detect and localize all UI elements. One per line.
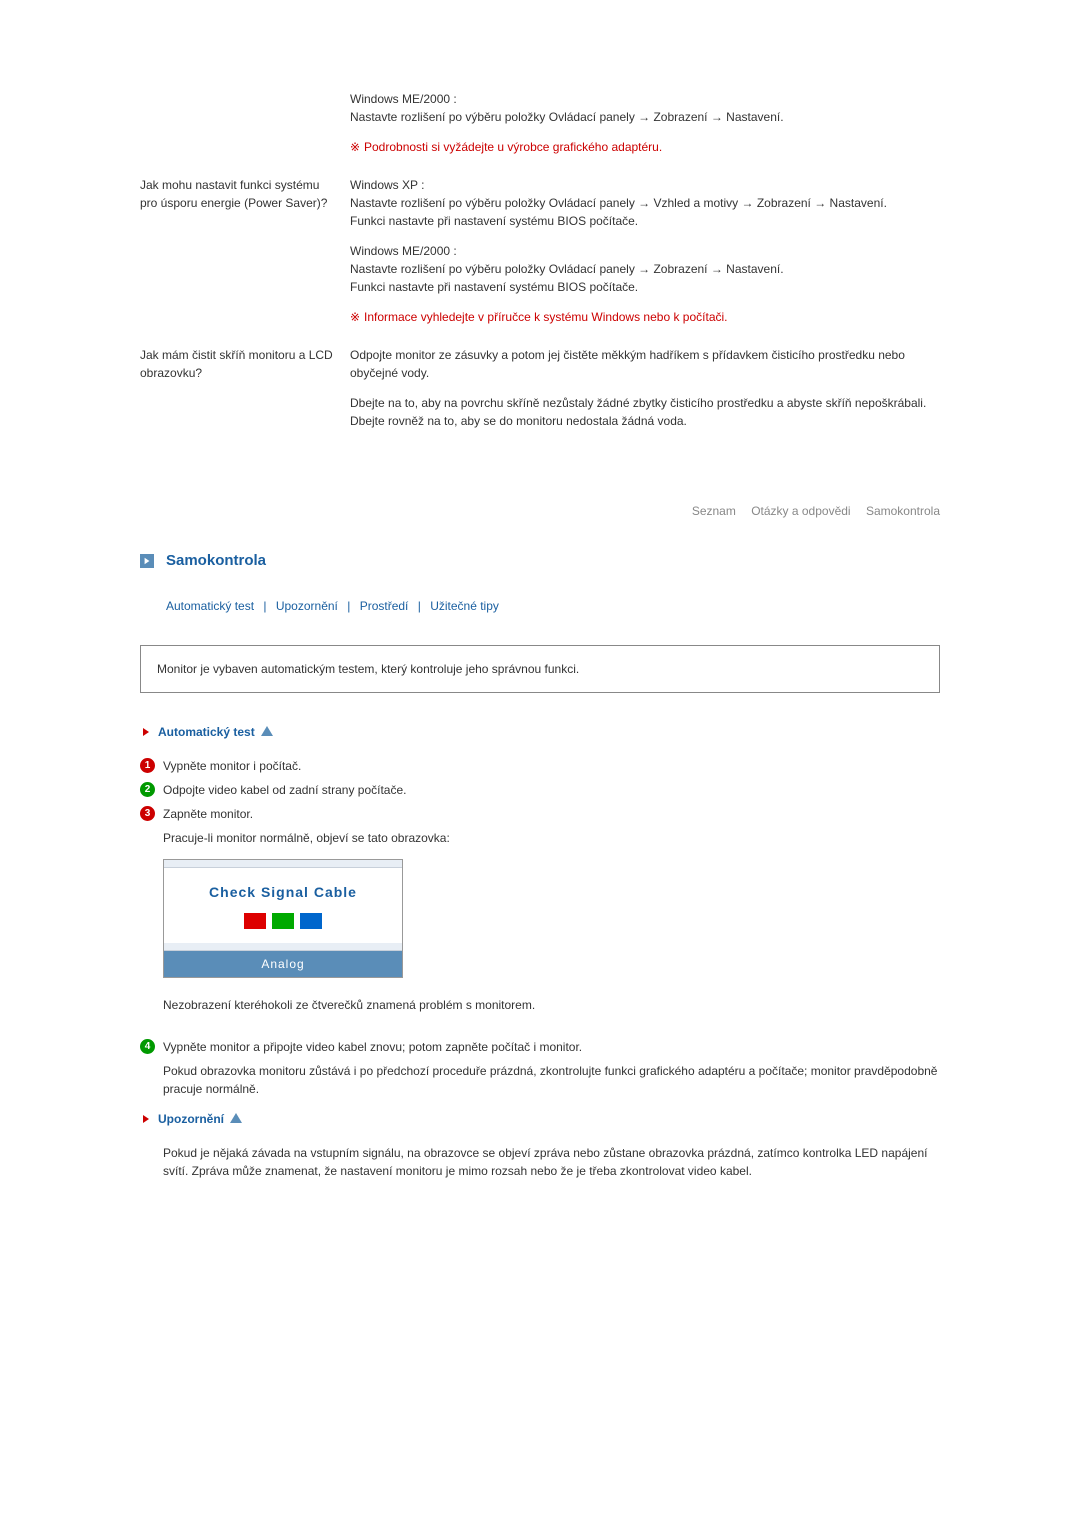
answer-text: Nastavte rozlišení po výběru položky Ovl… bbox=[350, 262, 784, 276]
qa-answer-cell: Windows ME/2000 : Nastavte rozlišení po … bbox=[350, 90, 940, 176]
answer-text: Nastavte rozlišení po výběru položky Ovl… bbox=[350, 196, 887, 210]
note-text: Informace vyhledejte v příručce k systém… bbox=[350, 308, 940, 326]
question-text: Jak mám čistit skříň monitoru a LCD obra… bbox=[140, 348, 333, 380]
answer-text: Windows ME/2000 : bbox=[350, 244, 457, 258]
separator: | bbox=[263, 599, 266, 613]
answer-text: Funkci nastavte při nastavení systému BI… bbox=[350, 214, 638, 228]
answer-text: Windows ME/2000 : bbox=[350, 92, 457, 106]
up-triangle-icon[interactable] bbox=[261, 723, 273, 741]
question-text: Jak mohu nastavit funkci systému pro úsp… bbox=[140, 178, 327, 210]
qa-question-cell bbox=[140, 90, 350, 176]
graphic-body: Check Signal Cable bbox=[164, 868, 402, 943]
caption-text: Nezobrazení kteréhokoli ze čtverečků zna… bbox=[163, 996, 940, 1014]
nav-link-seznam[interactable]: Seznam bbox=[692, 504, 736, 518]
answer-text: Windows XP : bbox=[350, 178, 424, 192]
step-text: Zapněte monitor. bbox=[163, 805, 253, 823]
signal-title: Check Signal Cable bbox=[174, 882, 392, 903]
section-header: Samokontrola bbox=[140, 550, 940, 573]
arrow-icon bbox=[140, 1113, 152, 1125]
step-text: Pracuje-li monitor normálně, objeví se t… bbox=[163, 829, 940, 847]
subsection-title: Upozornění bbox=[158, 1110, 224, 1128]
step-text: Vypněte monitor i počítač. bbox=[163, 757, 301, 775]
blue-square-icon bbox=[300, 913, 322, 929]
step-item: 2 Odpojte video kabel od zadní strany po… bbox=[140, 781, 940, 799]
tab-tips[interactable]: Užitečné tipy bbox=[430, 599, 499, 613]
qa-answer-cell: Windows XP : Nastavte rozlišení po výběr… bbox=[350, 176, 940, 346]
red-square-icon bbox=[244, 913, 266, 929]
step-item: 4 Vypněte monitor a připojte video kabel… bbox=[140, 1038, 940, 1056]
arrow-icon bbox=[140, 726, 152, 738]
answer-text: Dbejte na to, aby na povrchu skříně nezů… bbox=[350, 394, 940, 430]
note-text: Podrobnosti si vyžádejte u výrobce grafi… bbox=[350, 138, 940, 156]
step-item: 3 Zapněte monitor. bbox=[140, 805, 940, 823]
tab-environment[interactable]: Prostředí bbox=[360, 599, 409, 613]
graphic-top-bar bbox=[164, 860, 402, 868]
tab-warning[interactable]: Upozornění bbox=[276, 599, 338, 613]
graphic-divider bbox=[164, 943, 402, 951]
signal-cable-graphic: Check Signal Cable Analog bbox=[163, 859, 403, 978]
qa-question-cell: Jak mám čistit skříň monitoru a LCD obra… bbox=[140, 346, 350, 462]
subsection-title: Automatický test bbox=[158, 723, 255, 741]
separator: | bbox=[418, 599, 421, 613]
subsection-header: Upozornění bbox=[140, 1110, 940, 1128]
step-item: 1 Vypněte monitor i počítač. bbox=[140, 757, 940, 775]
subsection-header: Automatický test bbox=[140, 723, 940, 741]
separator: | bbox=[347, 599, 350, 613]
step-number-icon: 1 bbox=[140, 758, 155, 773]
signal-mode: Analog bbox=[164, 951, 402, 977]
answer-text: Nastavte rozlišení po výběru položky Ovl… bbox=[350, 110, 784, 124]
step-number-icon: 2 bbox=[140, 782, 155, 797]
step-text: Vypněte monitor a připojte video kabel z… bbox=[163, 1038, 582, 1056]
qa-answer-cell: Odpojte monitor ze zásuvky a potom jej č… bbox=[350, 346, 940, 462]
bottom-nav: Seznam Otázky a odpovědi Samokontrola bbox=[140, 502, 940, 520]
warning-text: Pokud je nějaká závada na vstupním signá… bbox=[163, 1144, 940, 1180]
section-title: Samokontrola bbox=[166, 550, 266, 573]
nav-link-samokontrola[interactable]: Samokontrola bbox=[866, 504, 940, 518]
step-number-icon: 3 bbox=[140, 806, 155, 821]
step-text: Pokud obrazovka monitoru zůstává i po př… bbox=[163, 1062, 940, 1098]
up-triangle-icon[interactable] bbox=[230, 1110, 242, 1128]
answer-text: Odpojte monitor ze zásuvky a potom jej č… bbox=[350, 346, 940, 382]
arrow-icon bbox=[140, 554, 154, 568]
tab-links: Automatický test | Upozornění | Prostřed… bbox=[166, 597, 940, 615]
step-number-icon: 4 bbox=[140, 1039, 155, 1054]
green-square-icon bbox=[272, 913, 294, 929]
step-text: Odpojte video kabel od zadní strany počí… bbox=[163, 781, 407, 799]
info-box: Monitor je vybaven automatickým testem, … bbox=[140, 645, 940, 693]
qa-question-cell: Jak mohu nastavit funkci systému pro úsp… bbox=[140, 176, 350, 346]
nav-link-otazky[interactable]: Otázky a odpovědi bbox=[751, 504, 850, 518]
color-squares bbox=[174, 913, 392, 929]
answer-text: Funkci nastavte při nastavení systému BI… bbox=[350, 280, 638, 294]
tab-auto-test[interactable]: Automatický test bbox=[166, 599, 254, 613]
